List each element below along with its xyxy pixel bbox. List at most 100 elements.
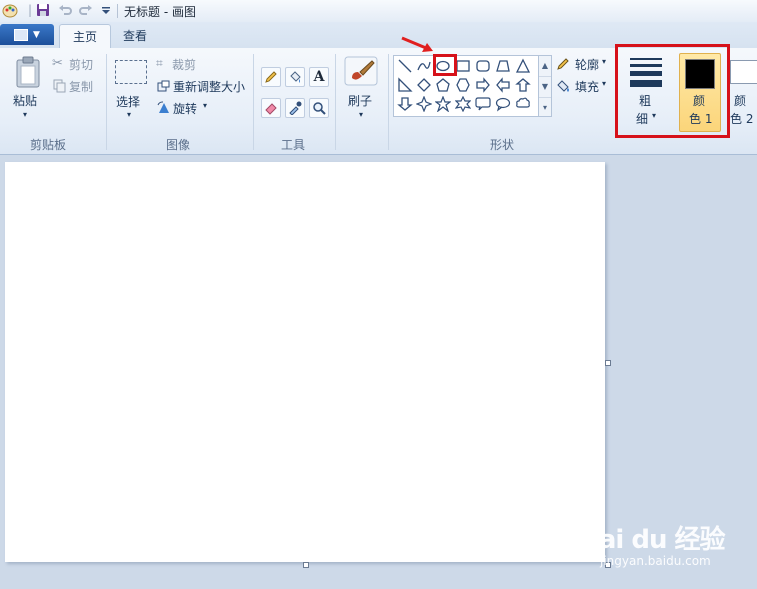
group-divider [388, 54, 389, 150]
outline-button[interactable]: 轮廓 ▾ [556, 56, 612, 72]
polygon-shape-icon[interactable] [494, 57, 512, 75]
select-label: 选择 [116, 95, 141, 109]
document-icon [14, 28, 29, 41]
tools-group-label: 工具 [281, 138, 306, 152]
resize-label: 重新调整大小 [173, 80, 246, 94]
resize-button[interactable]: 重新调整大小 [156, 78, 248, 94]
paint-app-icon[interactable] [2, 2, 18, 18]
fill-bucket-icon [557, 80, 569, 92]
line-shape-icon[interactable] [396, 57, 414, 75]
group-divider [253, 54, 254, 150]
color2-swatch[interactable] [730, 60, 757, 84]
rotate-button[interactable]: 旋转 ▾ [156, 100, 216, 116]
tab-home[interactable]: 主页 [59, 24, 112, 49]
color2-label-line1: 颜 [734, 94, 747, 108]
save-icon[interactable] [35, 2, 51, 18]
right-triangle-shape-icon[interactable] [396, 76, 414, 94]
pentagon-shape-icon[interactable] [434, 76, 452, 94]
down-arrow-shape-icon[interactable] [396, 95, 414, 113]
left-arrow-shape-icon[interactable] [494, 76, 512, 94]
group-divider [106, 54, 107, 150]
resize-icon [157, 80, 170, 92]
title-separator [117, 4, 118, 18]
window-title: 无标题 - 画图 [124, 5, 196, 19]
brushes-button[interactable]: 刷子 ▾ [342, 54, 382, 126]
outline-pen-icon [557, 58, 569, 70]
copy-icon [53, 79, 66, 93]
up-arrow-shape-icon[interactable] [514, 76, 532, 94]
text-tool[interactable]: A [309, 67, 329, 87]
fill-dropdown-icon: ▾ [602, 79, 607, 88]
brush-icon [344, 56, 378, 86]
diamond-shape-icon[interactable] [415, 76, 433, 94]
select-button[interactable]: 选择 ▾ [112, 56, 148, 124]
fill-button[interactable]: 填充 ▾ [556, 78, 612, 94]
select-dropdown-icon: ▾ [127, 110, 132, 119]
paste-label: 粘贴 [13, 94, 38, 108]
shapes-scroll-up-icon[interactable]: ▲ [539, 56, 551, 77]
four-point-star-shape-icon[interactable] [415, 95, 433, 113]
five-point-star-shape-icon[interactable] [434, 95, 452, 113]
pencil-tool[interactable] [261, 67, 281, 87]
right-arrow-shape-icon[interactable] [474, 76, 492, 94]
copy-button[interactable]: 复制 [52, 78, 102, 94]
rounded-callout-shape-icon[interactable] [474, 95, 492, 113]
color-picker-tool[interactable] [285, 98, 305, 118]
size-line-thickest [630, 80, 662, 87]
color1-label-line2: 色 1 [689, 112, 713, 126]
title-bar: | 无标题 - 画图 [0, 0, 757, 23]
size-button[interactable]: 粗 细 ▾ [624, 54, 670, 128]
eraser-tool[interactable] [261, 98, 281, 118]
paste-button[interactable]: 粘贴 ▾ [8, 54, 46, 122]
hexagon-shape-icon[interactable] [454, 76, 472, 94]
curve-shape-icon[interactable] [415, 57, 433, 75]
crop-icon: ⌗ [156, 56, 163, 70]
size-line-thick [630, 71, 662, 76]
size-label-line2: 细 [636, 112, 649, 126]
six-point-star-shape-icon[interactable] [454, 95, 472, 113]
color1-label-line1: 颜 [693, 94, 706, 108]
watermark-sub-text: jingyan.baidu.com [600, 554, 711, 568]
rotate-icon [157, 101, 169, 113]
color2-label-line2: 色 2 [730, 112, 754, 126]
brushes-label: 刷子 [348, 94, 373, 108]
copy-label: 复制 [69, 80, 94, 94]
oval-callout-shape-icon[interactable] [494, 95, 512, 113]
shapes-scroll: ▲ ▼ ▾ [538, 55, 552, 117]
group-divider [335, 54, 336, 150]
undo-icon[interactable] [57, 2, 73, 18]
shapes-group-label: 形状 [490, 138, 515, 152]
baidu-watermark: Bai du 经验 jingyan.baidu.com [580, 519, 750, 579]
shapes-scroll-down-icon[interactable]: ▼ [539, 77, 551, 98]
customize-quick-access-icon[interactable] [98, 2, 114, 18]
paint-menu-button[interactable]: ▼ [0, 24, 54, 45]
rotate-dropdown-icon: ▾ [203, 101, 208, 110]
watermark-main-text: Bai du 经验 [580, 525, 725, 555]
cloud-callout-shape-icon[interactable] [514, 95, 532, 113]
cut-button[interactable]: ✂ 剪切 [52, 56, 102, 72]
redo-icon[interactable] [78, 2, 94, 18]
shapes-more-icon[interactable]: ▾ [539, 98, 551, 118]
clipboard-icon [16, 56, 40, 88]
rounded-rectangle-shape-icon[interactable] [474, 57, 492, 75]
red-arrow-annotation [401, 36, 433, 52]
eraser-icon [265, 103, 277, 115]
magnifier-tool[interactable] [309, 98, 329, 118]
pencil-icon [265, 71, 277, 83]
paste-dropdown-icon: ▾ [23, 110, 28, 119]
ribbon: 粘贴 ▾ ✂ 剪切 复制 剪贴板 选择 ▾ ⌗ 裁剪 重新调整大小 旋转 ▾ 图… [0, 44, 757, 155]
image-group-label: 图像 [166, 138, 191, 152]
crop-button[interactable]: ⌗ 裁剪 [156, 56, 206, 72]
color1-button[interactable]: 颜 色 1 [679, 53, 721, 132]
triangle-shape-icon[interactable] [514, 57, 532, 75]
magnifier-icon [313, 102, 326, 115]
tab-view[interactable]: 查看 [110, 24, 160, 48]
fill-tool[interactable] [285, 67, 305, 87]
resize-handle-bottom[interactable] [303, 562, 309, 568]
rotate-label: 旋转 [173, 102, 198, 116]
paint-bucket-icon [290, 71, 301, 83]
outline-dropdown-icon: ▾ [602, 57, 607, 66]
drawing-canvas[interactable] [5, 162, 605, 562]
resize-handle-right[interactable] [605, 360, 611, 366]
eyedropper-icon [289, 101, 302, 115]
